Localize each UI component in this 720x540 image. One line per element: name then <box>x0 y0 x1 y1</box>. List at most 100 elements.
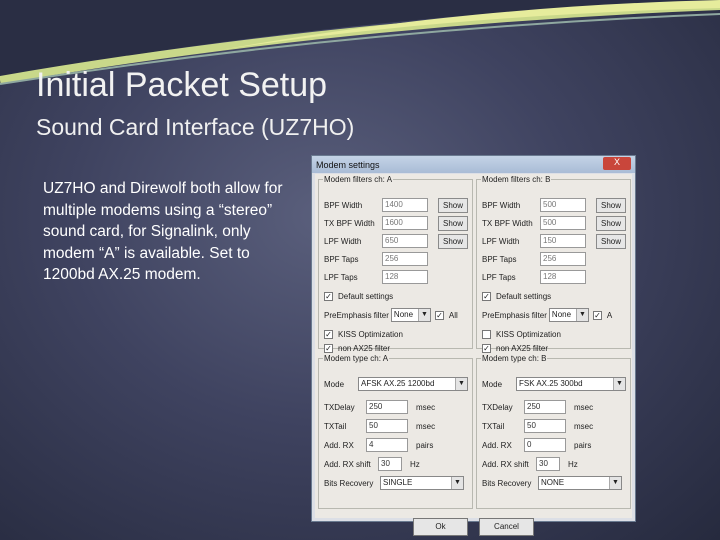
checkbox-label: KISS Optimization <box>338 329 403 339</box>
checkbox[interactable] <box>482 329 491 339</box>
field-input[interactable]: 256 <box>540 252 586 266</box>
show-button[interactable]: Show <box>596 233 626 249</box>
addrx-row: Add. RX 4 pairs <box>324 438 433 452</box>
addrx-label: Add. RX <box>482 440 512 450</box>
show-button[interactable]: Show <box>438 233 468 249</box>
checkbox[interactable]: ✓ <box>592 310 602 320</box>
bits-recovery-select[interactable]: NONE ▼ <box>538 476 622 490</box>
show-button[interactable]: Show <box>438 197 468 213</box>
non-ax25-filter[interactable]: ✓ non AX25 filter <box>324 341 390 355</box>
bits-recovery-select[interactable]: SINGLE ▼ <box>380 476 464 490</box>
filter-row: TX BPF Width 1600 Show <box>324 215 468 231</box>
checkbox[interactable]: ✓ <box>482 343 491 353</box>
bits-recovery-row: Bits Recovery SINGLE ▼ <box>324 476 464 490</box>
txtail-row: TXTail 50 msec <box>482 419 593 433</box>
txdelay-input[interactable]: 250 <box>524 400 566 414</box>
cancel-button[interactable]: Cancel <box>479 518 534 536</box>
txtail-input[interactable]: 50 <box>366 419 408 433</box>
field-label: LPF Width <box>324 236 362 246</box>
field-label: BPF Width <box>324 200 363 210</box>
txdelay-input[interactable]: 250 <box>366 400 408 414</box>
addrx-input[interactable]: 0 <box>524 438 566 452</box>
field-input[interactable]: 1400 <box>382 198 428 212</box>
preemphasis-row: PreEmphasis filter None ▼ ✓ A <box>482 308 612 322</box>
shift-input[interactable]: 30 <box>536 457 560 471</box>
checkbox[interactable]: ✓ <box>324 329 333 339</box>
txtail-unit: msec <box>416 421 436 431</box>
addrx-row: Add. RX 0 pairs <box>482 438 591 452</box>
mode-row: Mode FSK AX.25 300bd ▼ <box>482 377 626 391</box>
addrx-label: Add. RX <box>324 440 354 450</box>
field-input[interactable]: 128 <box>540 270 586 284</box>
shift-unit: Hz <box>410 459 420 469</box>
select-value: NONE <box>541 478 565 487</box>
mode-select[interactable]: AFSK AX.25 1200bd ▼ <box>358 377 468 391</box>
bits-label: Bits Recovery <box>482 478 532 488</box>
ok-button[interactable]: Ok <box>413 518 468 536</box>
filter-row: TX BPF Width 500 Show <box>482 215 626 231</box>
field-input[interactable]: 650 <box>382 234 428 248</box>
checkbox[interactable]: ✓ <box>324 291 333 301</box>
field-label: TX BPF Width <box>482 218 533 228</box>
checkbox-label: KISS Optimization <box>496 329 561 339</box>
field-label: BPF Taps <box>324 254 359 264</box>
preemphasis-select[interactable]: None ▼ <box>548 308 589 322</box>
non-ax25-filter[interactable]: ✓ non AX25 filter <box>482 341 548 355</box>
default-settings[interactable]: ✓ Default settings <box>324 289 393 303</box>
select-value: SINGLE <box>383 478 413 487</box>
txtail-unit: msec <box>574 421 594 431</box>
modem-type-group-a: Modem type ch: A Mode AFSK AX.25 1200bd ▼ TX… <box>318 354 473 509</box>
field-label: BPF Taps <box>482 254 517 264</box>
checkbox[interactable]: ✓ <box>434 310 444 320</box>
field-input[interactable]: 256 <box>382 252 428 266</box>
checkbox-label: Default settings <box>496 291 552 301</box>
mode-row: Mode AFSK AX.25 1200bd ▼ <box>324 377 468 391</box>
field-input[interactable]: 128 <box>382 270 428 284</box>
preemphasis-row: PreEmphasis filter None ▼ ✓ All <box>324 308 458 322</box>
addrx-input[interactable]: 4 <box>366 438 408 452</box>
show-button[interactable]: Show <box>596 197 626 213</box>
filter-row: BPF Taps 256 <box>482 252 586 266</box>
checkbox[interactable]: ✓ <box>324 343 333 353</box>
preemphasis-select[interactable]: None ▼ <box>390 308 431 322</box>
kiss-optimization[interactable]: KISS Optimization <box>482 327 561 341</box>
kiss-optimization[interactable]: ✓ KISS Optimization <box>324 327 403 341</box>
dialog-body: Modem filters ch: A BPF Width 1400 Show TX B… <box>315 174 632 536</box>
txdelay-row: TXDelay 250 msec <box>324 400 435 414</box>
txtail-input[interactable]: 50 <box>524 419 566 433</box>
field-label: TX BPF Width <box>324 218 375 228</box>
mode-select[interactable]: FSK AX.25 300bd ▼ <box>516 377 626 391</box>
show-button[interactable]: Show <box>438 215 468 231</box>
field-input[interactable]: 1600 <box>382 216 428 230</box>
show-button[interactable]: Show <box>596 215 626 231</box>
slide-title: Initial Packet Setup <box>36 66 328 104</box>
chevron-down-icon: ▼ <box>609 477 621 489</box>
default-settings[interactable]: ✓ Default settings <box>482 289 551 303</box>
field-input[interactable]: 150 <box>540 234 586 248</box>
field-input[interactable]: 500 <box>540 198 586 212</box>
shift-row: Add. RX shift 30 Hz <box>482 457 578 471</box>
group-legend: Modem filters ch: A <box>324 175 393 184</box>
preemphasis-label: PreEmphasis filter <box>482 310 547 320</box>
all-label: All <box>448 310 458 320</box>
txtail-label: TXTail <box>324 421 347 431</box>
dialog-title: Modem settings <box>312 156 635 173</box>
slide-body: UZ7HO and Direwolf both allow for multip… <box>43 180 283 284</box>
shift-label: Add. RX shift <box>324 459 371 469</box>
field-input[interactable]: 500 <box>540 216 586 230</box>
close-button[interactable]: X <box>603 157 631 170</box>
shift-input[interactable]: 30 <box>378 457 402 471</box>
preemphasis-label: PreEmphasis filter <box>324 310 389 320</box>
checkbox[interactable]: ✓ <box>482 291 491 301</box>
group-legend: Modem filters ch: B <box>482 175 551 184</box>
select-value: None <box>393 310 414 319</box>
select-value: None <box>551 310 572 319</box>
slide-subtitle: Sound Card Interface (UZ7HO) <box>36 114 355 140</box>
txtail-row: TXTail 50 msec <box>324 419 435 433</box>
select-value: AFSK AX.25 1200bd <box>361 379 435 388</box>
modem-type-group-b: Modem type ch: B Mode FSK AX.25 300bd ▼ TXDe… <box>476 354 631 509</box>
txdelay-unit: msec <box>574 402 594 412</box>
checkbox-label: Default settings <box>338 291 394 301</box>
checkbox-label: non AX25 filter <box>496 343 549 353</box>
modem-settings-dialog: Modem settings X Modem filters ch: A BPF … <box>311 155 636 536</box>
